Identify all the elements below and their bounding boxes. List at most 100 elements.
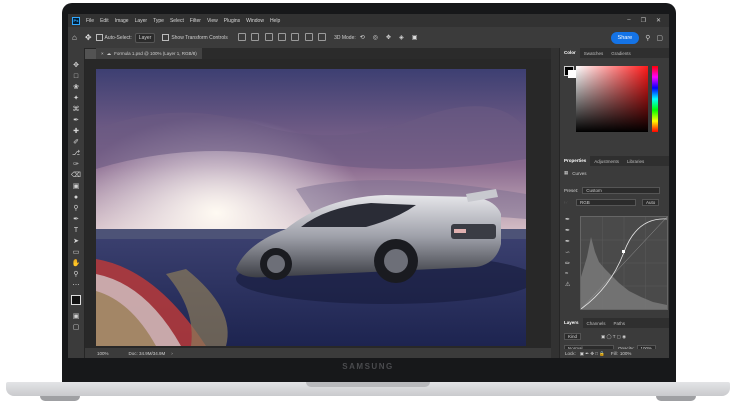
roll-3d-icon[interactable]: ◎ [373, 34, 378, 41]
pen-tool-icon[interactable]: ✒ [73, 214, 79, 225]
color-picker-field[interactable] [576, 66, 648, 132]
slide-3d-icon[interactable]: ◈ [399, 34, 404, 41]
rectangle-tool-icon[interactable]: ▭ [73, 247, 80, 258]
menu-layer[interactable]: Layer [135, 18, 148, 24]
minimize-icon[interactable]: – [627, 17, 630, 24]
laptop-foot-right [656, 396, 696, 401]
close-tab-icon[interactable]: × [101, 51, 104, 56]
panel-background-chip[interactable] [568, 70, 576, 78]
zoom-tool-icon[interactable]: ⚲ [73, 269, 78, 280]
pan-3d-icon[interactable]: ✥ [386, 34, 391, 41]
race-car-artwork [96, 69, 526, 346]
clone-stamp-icon[interactable]: ⎇ [72, 148, 80, 159]
dodge-tool-icon[interactable]: ⚲ [73, 203, 78, 214]
search-icon[interactable]: ⚲ [645, 34, 650, 42]
move-tool-icon[interactable]: ✥ [73, 60, 79, 71]
auto-button[interactable]: Auto [642, 199, 660, 206]
tab-properties[interactable]: Properties [560, 156, 591, 166]
white-point-eyedropper-icon[interactable]: ✒ [565, 238, 570, 245]
background-color-swatch[interactable] [76, 300, 84, 308]
fill-value[interactable]: 100% [620, 351, 632, 356]
workspace-icon[interactable]: ▢ [656, 34, 663, 42]
close-icon[interactable]: ✕ [656, 17, 661, 24]
tab-libraries[interactable]: Libraries [623, 159, 648, 164]
menu-help[interactable]: Help [270, 18, 280, 24]
pencil-draw-icon[interactable]: ✏ [565, 260, 570, 267]
menu-select[interactable]: Select [170, 18, 184, 24]
black-point-eyedropper-icon[interactable]: ✒ [565, 216, 570, 223]
menu-window[interactable]: Window [246, 18, 264, 24]
auto-select-checkbox[interactable] [95, 34, 103, 41]
scale-3d-icon[interactable]: ▣ [412, 34, 418, 41]
healing-brush-icon[interactable]: ✚ [73, 126, 79, 137]
zoom-level[interactable]: 100% [97, 351, 109, 356]
gradient-tool-icon[interactable]: ▣ [73, 181, 80, 192]
smooth-curve-icon[interactable]: ≈ [565, 271, 570, 277]
quick-mask-icon[interactable]: ▣ [73, 311, 80, 322]
menu-filter[interactable]: Filter [190, 18, 201, 24]
tab-gradients[interactable]: Gradients [607, 51, 635, 56]
tab-adjustments[interactable]: Adjustments [590, 159, 623, 164]
share-button[interactable]: Share [610, 31, 640, 44]
auto-select-label: Auto-Select: [104, 34, 132, 41]
tab-swatches[interactable]: Swatches [580, 51, 608, 56]
curves-graph[interactable] [580, 216, 668, 310]
home-icon[interactable]: ⌂ [72, 33, 77, 42]
blur-tool-icon[interactable]: ● [74, 192, 78, 203]
status-menu-icon[interactable]: › [171, 351, 173, 356]
tab-channels[interactable]: Channels [583, 321, 610, 326]
properties-panel-tabs: Properties Adjustments Libraries [560, 156, 669, 166]
filter-icons[interactable]: ▣ ◯ T ▢ ◉ [601, 334, 626, 340]
hue-slider[interactable] [652, 66, 658, 132]
brand-logo-text: SAMSUNG [342, 362, 394, 371]
eraser-icon[interactable]: ⌫ [71, 170, 81, 181]
align-bottom-icon[interactable] [304, 32, 313, 41]
align-middle-icon[interactable] [291, 32, 300, 41]
screen-mode-icon[interactable]: ▢ [73, 322, 80, 333]
foreground-color-swatch[interactable] [71, 295, 84, 308]
history-brush-icon[interactable]: ✑ [73, 159, 79, 170]
menu-view[interactable]: View [207, 18, 218, 24]
align-left-icon[interactable] [237, 32, 246, 41]
tools-panel: ✥ □ ❀ ✦ ⌘ ✒ ✚ ✐ ⎇ ✑ ⌫ ▣ ● ⚲ ✒ T ➤ ▭ ✋ ⚲ … [68, 48, 85, 358]
orbit-3d-icon[interactable]: ⟲ [360, 34, 365, 41]
tab-color[interactable]: Color [560, 48, 580, 58]
curve-edit-icon[interactable]: ∽ [565, 249, 570, 256]
distribute-icon[interactable] [318, 32, 327, 41]
hand-tool-icon[interactable]: ✋ [72, 258, 81, 269]
gray-point-eyedropper-icon[interactable]: ✒ [565, 227, 570, 234]
marquee-tool-icon[interactable]: □ [74, 71, 78, 82]
kind-filter-dropdown[interactable]: Kind [564, 333, 582, 340]
menu-file[interactable]: File [86, 18, 94, 24]
align-right-icon[interactable] [264, 32, 273, 41]
target-adjust-icon[interactable]: ☞ [564, 200, 568, 206]
menu-plugins[interactable]: Plugins [224, 18, 240, 24]
show-transform-checkbox[interactable] [162, 34, 170, 41]
magic-wand-icon[interactable]: ✦ [73, 93, 79, 104]
menu-edit[interactable]: Edit [100, 18, 109, 24]
clipping-warning-icon[interactable]: ⚠ [565, 281, 570, 288]
mode-3d-label: 3D Mode: [334, 34, 356, 41]
channel-dropdown[interactable]: RGB [576, 199, 637, 206]
photoshop-app-icon: Ps [72, 16, 80, 25]
crop-tool-icon[interactable]: ⌘ [73, 104, 80, 115]
more-tools-icon[interactable]: ⋯ [73, 280, 80, 291]
preset-dropdown[interactable]: Custom [582, 187, 661, 194]
align-center-icon[interactable] [251, 32, 260, 41]
move-tool-icon[interactable]: ✥ [85, 33, 92, 42]
document-tab[interactable]: × ☁ Formula 1.psd @ 100% (Layer 1, RGB/8… [96, 48, 202, 59]
menu-type[interactable]: Type [153, 18, 164, 24]
tab-paths[interactable]: Paths [610, 321, 630, 326]
canvas-image[interactable] [96, 69, 526, 346]
tab-layers[interactable]: Layers [560, 318, 583, 328]
lasso-tool-icon[interactable]: ❀ [73, 82, 79, 93]
align-top-icon[interactable] [277, 32, 286, 41]
type-tool-icon[interactable]: T [74, 225, 78, 236]
layer-dropdown[interactable]: Layer [134, 32, 156, 43]
restore-icon[interactable]: ❐ [641, 17, 646, 24]
brush-tool-icon[interactable]: ✐ [73, 137, 79, 148]
menu-image[interactable]: Image [115, 18, 129, 24]
path-select-icon[interactable]: ➤ [73, 236, 79, 247]
eyedropper-icon[interactable]: ✒ [73, 115, 79, 126]
lock-icons[interactable]: ▣ ✒ ✥ □ 🔒 [580, 351, 605, 357]
